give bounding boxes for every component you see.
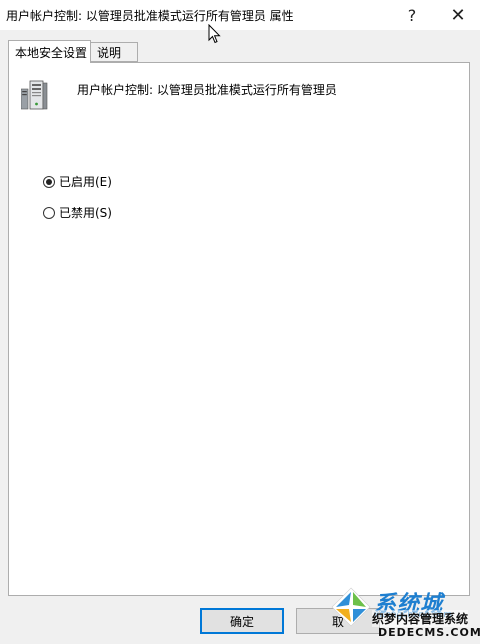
mouse-cursor-icon bbox=[208, 24, 221, 44]
enabled-radio[interactable] bbox=[43, 175, 55, 188]
window-title: 用户帐户控制: 以管理员批准模式运行所有管理员 属性 bbox=[6, 9, 294, 23]
overlay-watermark-cn: 织梦内容管理系统 bbox=[372, 610, 469, 627]
tab-explain[interactable]: 说明 bbox=[91, 42, 138, 62]
tab-local-security-setting[interactable]: 本地安全设置 bbox=[8, 40, 91, 63]
policy-title: 用户帐户控制: 以管理员批准模式运行所有管理员 bbox=[77, 83, 337, 97]
disabled-option[interactable]: 已禁用(S) bbox=[43, 204, 112, 221]
disabled-label[interactable]: 已禁用(S) bbox=[59, 204, 112, 221]
title-bar: 用户帐户控制: 以管理员批准模式运行所有管理员 属性 ? ✕ bbox=[0, 0, 480, 30]
overlay-watermark-en: DEDECMS.COM bbox=[378, 626, 480, 639]
enabled-label[interactable]: 已启用(E) bbox=[59, 173, 112, 190]
close-button[interactable]: ✕ bbox=[436, 0, 480, 30]
site-logo-icon bbox=[331, 587, 371, 627]
tab-panel: 用户帐户控制: 以管理员批准模式运行所有管理员 已启用(E) 已禁用(S) bbox=[8, 62, 470, 596]
help-button[interactable]: ? bbox=[390, 0, 434, 30]
watermark: 系统城 xitongcheng.com 织梦内容管理系统 DEDECMS.COM bbox=[330, 586, 480, 644]
enabled-option[interactable]: 已启用(E) bbox=[43, 173, 112, 190]
disabled-radio[interactable] bbox=[43, 206, 55, 219]
ok-button[interactable]: 确定 bbox=[200, 608, 284, 634]
server-computer-icon bbox=[21, 80, 48, 110]
